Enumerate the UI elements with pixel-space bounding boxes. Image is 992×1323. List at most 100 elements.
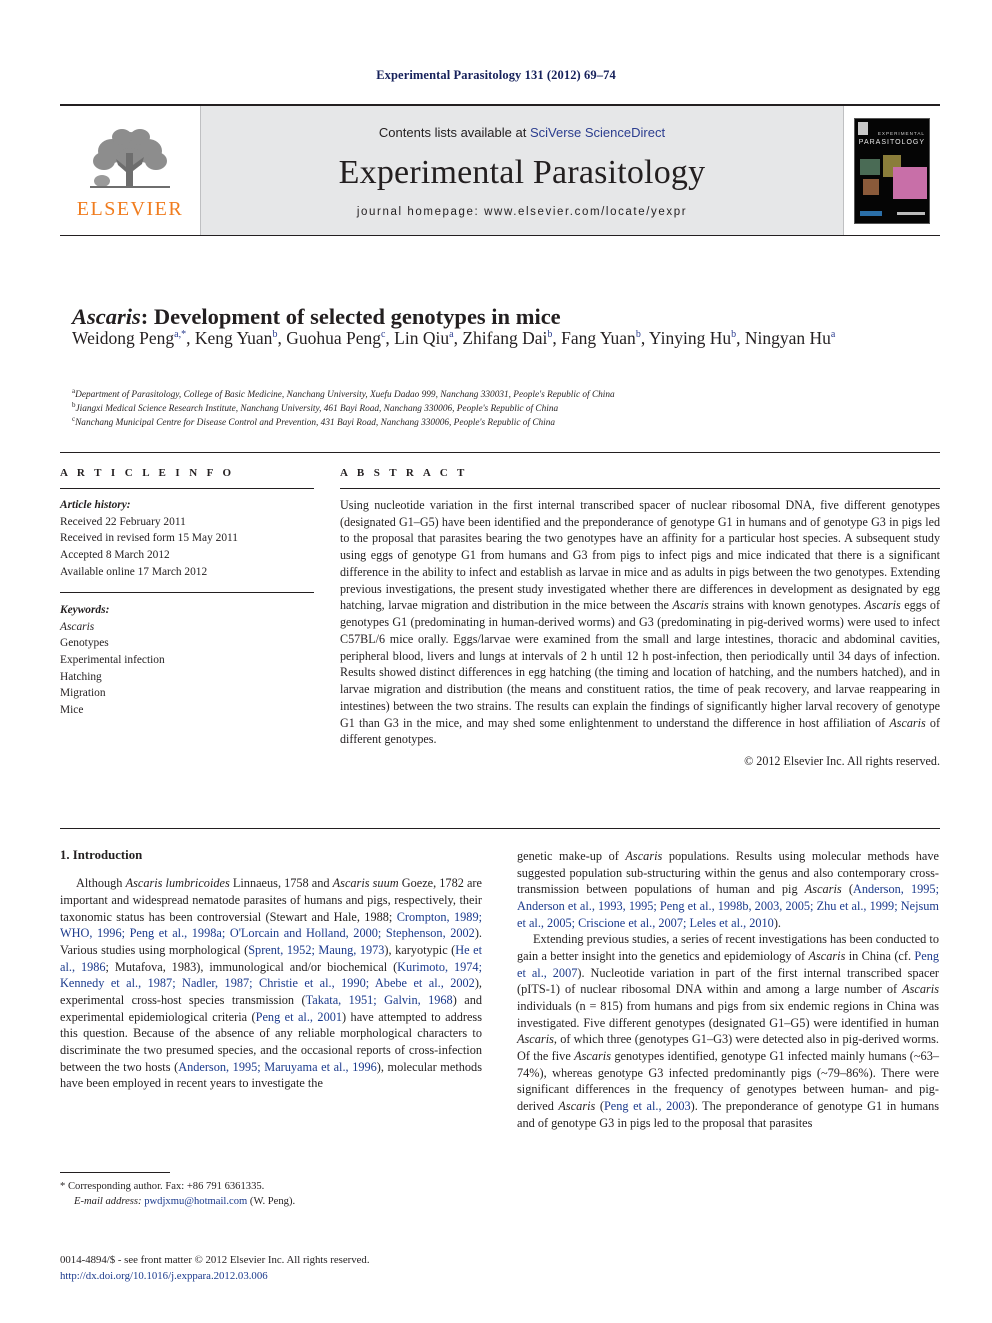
citation-link[interactable]: Sprent, 1952; Maung, 1973 [248, 943, 384, 957]
abstract-italic-2: Ascaris [864, 598, 901, 613]
body-text: ). [773, 915, 781, 930]
author-affiliation-marker: b [547, 329, 553, 341]
italic-term: Ascaris lumbricoides [125, 876, 230, 891]
abstract-rule [340, 488, 940, 489]
abstract-part-2: strains with known genotypes. [708, 598, 865, 613]
journal-cover-thumbnail: EXPERIMENTAL PARASITOLOGY [844, 106, 940, 235]
author-affiliation-marker: b [272, 329, 278, 341]
author-affiliation-marker: a [830, 329, 836, 341]
article-history-line: Accepted 8 March 2012 [60, 548, 170, 561]
cover-title-line2: PARASITOLOGY [858, 138, 925, 146]
section-heading-introduction: 1. Introduction [60, 848, 143, 862]
affiliation-text: Jiangxi Medical Science Research Institu… [75, 404, 559, 415]
body-column-right: genetic make-up of Ascaris populations. … [517, 848, 939, 1131]
article-history-line: Received in revised form 15 May 2011 [60, 532, 238, 545]
author-list: Weidong Penga,*, Keng Yuanb, Guohua Peng… [72, 328, 836, 348]
body-text: ( [841, 882, 853, 897]
body-text: in China (cf. [845, 948, 915, 963]
author-name: Yinying Hu [648, 328, 732, 348]
cover-footer-mark [860, 210, 882, 216]
page-footer: 0014-4894/$ - see front matter © 2012 El… [60, 1253, 660, 1284]
masthead-center: Contents lists available at SciVerse Sci… [200, 106, 844, 235]
corresponding-author-footnote: * Corresponding author. Fax: +86 791 636… [60, 1172, 482, 1209]
italic-term: Ascaris [902, 982, 939, 997]
sciencedirect-link[interactable]: SciVerse ScienceDirect [530, 125, 665, 140]
footnote-line-1: * Corresponding author. Fax: +86 791 636… [60, 1179, 482, 1194]
author-affiliation-marker: c [380, 329, 386, 341]
abstract-part-3: eggs of genotypes G1 (predominating in h… [340, 598, 940, 730]
cover-photo-4 [863, 178, 879, 195]
contents-prefix: Contents lists available at [378, 125, 530, 140]
italic-term: Ascaris [625, 849, 663, 863]
history-keywords-divider [60, 592, 314, 594]
article-info-column: A R T I C L E I N F O Article history: R… [60, 453, 330, 769]
keywords-block: Keywords: Ascaris Genotypes Experimental i… [60, 602, 314, 718]
body-columns: 1. Introduction Although Ascaris lumbric… [60, 848, 940, 1131]
citation-link[interactable]: Anderson, 1995; Maruyama et al., 1996 [178, 1060, 377, 1074]
italic-term: Ascaris [804, 882, 842, 897]
keyword-item: Migration [60, 687, 106, 700]
author-name: Lin Qiu [394, 328, 450, 348]
citation-link[interactable]: Peng et al., 2003 [604, 1099, 691, 1113]
keyword-item: Hatching [60, 670, 102, 683]
info-abstract-band: A R T I C L E I N F O Article history: R… [60, 452, 940, 769]
doi-link[interactable]: http://dx.doi.org/10.1016/j.exppara.2012… [60, 1269, 660, 1285]
intro-paragraph-right-2: Extending previous studies, a series of … [517, 931, 939, 1131]
author-name: Fang Yuan [561, 328, 636, 348]
body-text: ), karyotypic ( [384, 942, 456, 957]
cover-image: EXPERIMENTAL PARASITOLOGY [854, 117, 930, 224]
italic-term: Ascaris suum [332, 876, 399, 891]
contents-available-line: Contents lists available at SciVerse Sci… [379, 125, 665, 140]
italic-term: Ascaris [808, 948, 846, 963]
elsevier-logo: ELSEVIER [60, 106, 200, 235]
abstract-heading: A B S T R A C T [340, 467, 468, 479]
cover-photo-3 [893, 166, 927, 199]
body-text: ; Mutafova, 1983), immunological and/or … [105, 959, 398, 974]
body-text: Although [76, 876, 126, 891]
abstract-column: A B S T R A C T Using nucleotide variati… [330, 453, 940, 769]
elsevier-wordmark: ELSEVIER [76, 197, 184, 220]
keyword-item: Mice [60, 704, 84, 717]
journal-homepage[interactable]: journal homepage: www.elsevier.com/locat… [357, 206, 687, 218]
citation-link[interactable]: Takata, 1951; Galvin, 1968 [306, 993, 453, 1007]
cover-title-line1: EXPERIMENTAL [877, 130, 925, 136]
body-text: Linnaeus, 1758 and [229, 876, 333, 891]
citation-link[interactable]: Peng et al., 2001 [256, 1010, 342, 1024]
article-info-heading: A R T I C L E I N F O [60, 467, 235, 479]
band-bottom-rule [60, 828, 940, 829]
abstract-italic-3: Ascaris [889, 715, 926, 730]
issn-copyright-line: 0014-4894/$ - see front matter © 2012 El… [60, 1254, 370, 1266]
author-name: Ningyan Hu [744, 328, 831, 348]
abstract-copyright: © 2012 Elsevier Inc. All rights reserved… [744, 754, 940, 769]
body-text: ( [595, 1098, 604, 1113]
cover-photo-1 [860, 158, 880, 175]
abstract-part-1: Using nucleotide variation in the first … [340, 498, 940, 613]
keyword-item: Ascaris [60, 620, 95, 633]
affiliation-list: aDepartment of Parasitology, College of … [72, 387, 938, 430]
affiliation-text: Department of Parasitology, College of B… [75, 390, 615, 400]
cover-publisher-mark [858, 121, 868, 135]
body-text: ). Nucleotide variation in part of the f… [517, 965, 939, 997]
journal-masthead: ELSEVIER Contents lists available at Sci… [60, 104, 940, 236]
affiliation-line: bJiangxi Medical Science Research Instit… [72, 402, 938, 416]
keyword-item: Experimental infection [60, 654, 165, 667]
author-affiliation-marker: a [449, 329, 454, 341]
italic-term: Ascaris [517, 1032, 554, 1047]
email-label: E-mail address: [74, 1196, 142, 1208]
keyword-item: Genotypes [60, 637, 109, 650]
body-text: genetic make-up of [517, 849, 626, 863]
author-name: Keng Yuan [194, 328, 273, 348]
italic-term: Ascaris [574, 1048, 612, 1063]
body-text: individuals (n = 815) from humans and pi… [517, 998, 939, 1030]
article-info-rule [60, 488, 314, 489]
author-name: Guohua Peng [286, 328, 381, 348]
email-link[interactable]: pwdjxmu@hotmail.com [144, 1196, 247, 1207]
affiliation-text: Nanchang Municipal Centre for Disease Co… [75, 418, 556, 429]
running-head: Experimental Parasitology 131 (2012) 69–… [376, 68, 616, 82]
footnote-line-2: E-mail address: pwdjxmu@hotmail.com (W. … [60, 1194, 482, 1209]
article-history-line: Received 22 February 2011 [60, 515, 186, 528]
email-suffix: (W. Peng). [249, 1196, 296, 1208]
body-column-left: 1. Introduction Although Ascaris lumbric… [60, 848, 482, 1131]
author-affiliation-marker: b [731, 329, 737, 341]
affiliation-line: aDepartment of Parasitology, College of … [72, 387, 938, 402]
